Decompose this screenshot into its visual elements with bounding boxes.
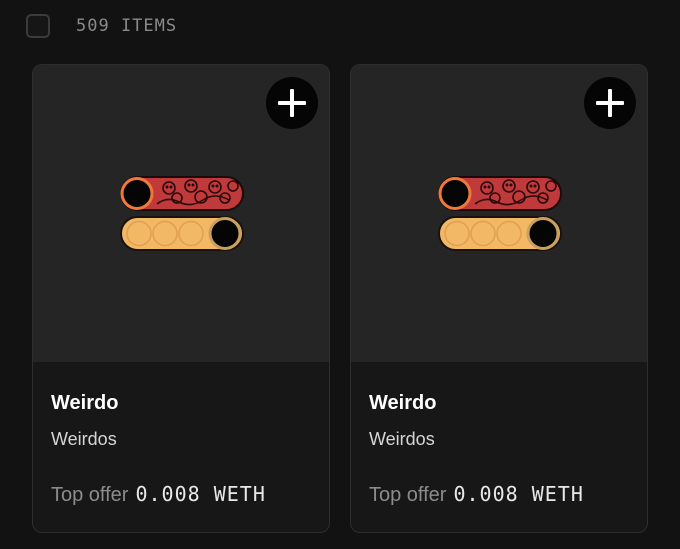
top-offer-value: 0.008 WETH (453, 482, 584, 506)
plus-icon (596, 89, 624, 117)
plus-icon (278, 89, 306, 117)
nft-name[interactable]: Weirdo (369, 392, 436, 415)
top-offer: Top offer 0.008 WETH (51, 482, 266, 507)
nft-media[interactable] (351, 65, 647, 362)
top-offer-label: Top offer (369, 484, 447, 506)
top-offer: Top offer 0.008 WETH (369, 482, 584, 507)
nft-collection[interactable]: Weirdos (51, 429, 117, 450)
add-to-cart-button[interactable] (266, 77, 318, 129)
top-offer-value: 0.008 WETH (135, 482, 266, 506)
nft-collection[interactable]: Weirdos (369, 429, 435, 450)
nft-artwork (438, 176, 562, 251)
items-page: 509 ITEMS Weirdo Weirdos Top offer 0.008… (0, 0, 680, 549)
top-offer-label: Top offer (51, 484, 129, 506)
nft-artwork (120, 176, 244, 251)
items-count: 509 ITEMS (76, 16, 178, 36)
nft-media[interactable] (33, 65, 329, 362)
select-all-checkbox[interactable] (26, 14, 50, 38)
add-to-cart-button[interactable] (584, 77, 636, 129)
items-header: 509 ITEMS (26, 13, 177, 39)
nft-card[interactable]: Weirdo Weirdos Top offer 0.008 WETH (32, 64, 330, 533)
nft-card[interactable]: Weirdo Weirdos Top offer 0.008 WETH (350, 64, 648, 533)
nft-name[interactable]: Weirdo (51, 392, 118, 415)
